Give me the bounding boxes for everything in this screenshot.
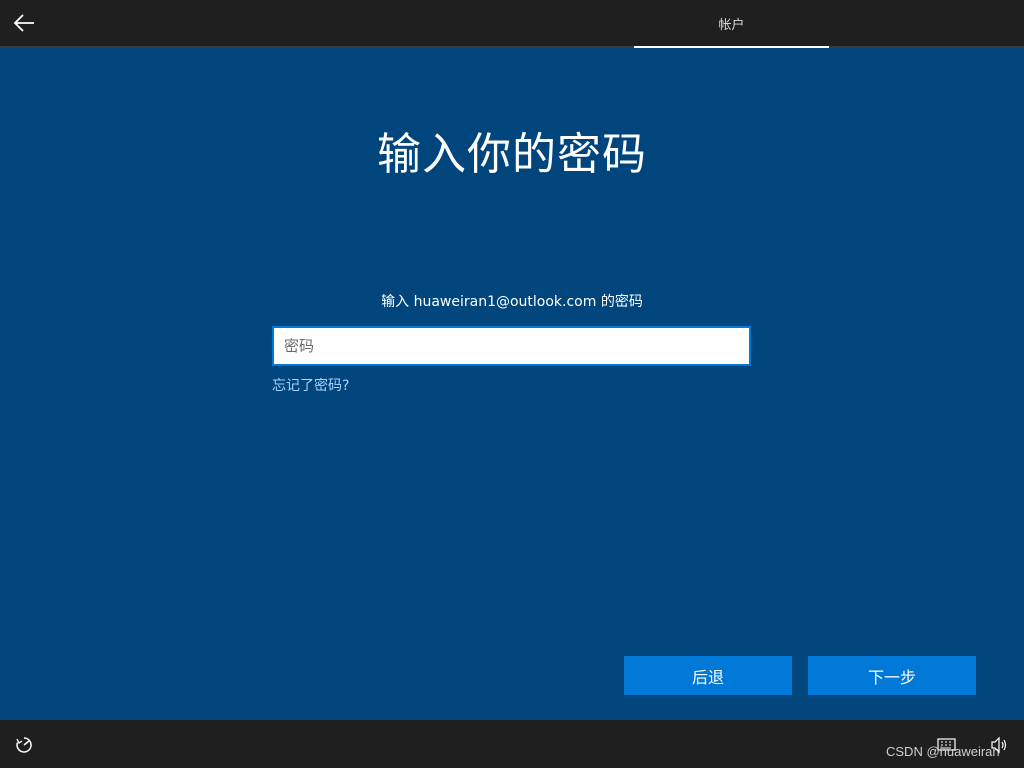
volume-icon	[991, 736, 1007, 754]
next-button[interactable]: 下一步	[808, 656, 976, 695]
ease-of-access-icon	[16, 737, 32, 753]
watermark-text: CSDN @huaweiran	[886, 744, 1000, 759]
volume-button[interactable]	[990, 735, 1008, 755]
back-arrow-button[interactable]	[10, 10, 38, 36]
password-prompt: 输入 huaweiran1@outlook.com 的密码	[381, 294, 643, 310]
bottom-bar: CSDN @huaweiran	[0, 720, 1024, 768]
tab-account-label: 帐户	[718, 17, 745, 33]
ease-of-access-button[interactable]	[14, 735, 34, 755]
forgot-password-link[interactable]: 忘记了密码?	[272, 375, 349, 395]
password-input[interactable]	[274, 328, 749, 364]
tab-account[interactable]: 帐户	[634, 0, 829, 48]
password-field[interactable]	[272, 326, 751, 366]
arrow-left-icon	[13, 14, 34, 32]
back-button[interactable]: 后退	[624, 656, 792, 695]
top-bar: 帐户	[0, 0, 1024, 48]
tab-active-indicator	[634, 46, 829, 48]
page-title: 输入你的密码	[377, 129, 647, 180]
